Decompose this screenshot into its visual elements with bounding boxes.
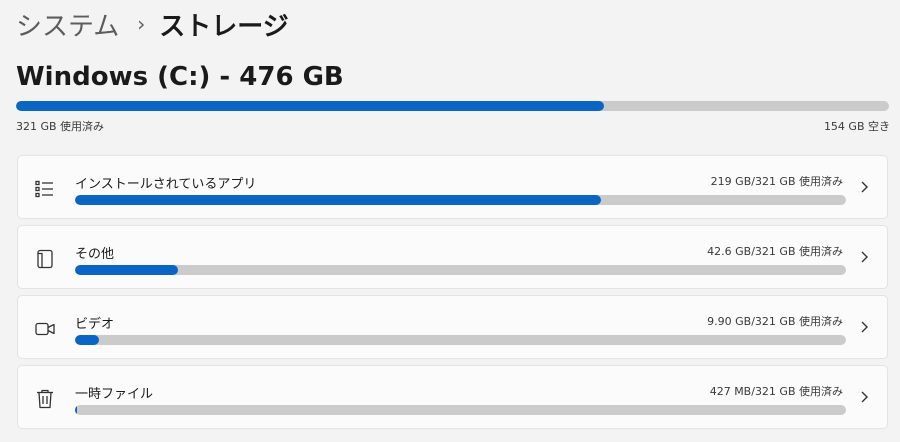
category-size: 9.90 GB/321 GB 使用済み: [707, 315, 843, 328]
chevron-right-icon: [861, 181, 868, 193]
other-files-icon: [37, 249, 53, 269]
drive-usage-fill: [16, 101, 605, 111]
page-title: ストレージ: [159, 11, 289, 42]
drive-free-label: 154 GB 空き: [823, 120, 890, 133]
category-other[interactable]: その他 42.6 GB/321 GB 使用済み: [17, 225, 888, 289]
category-usage-fill: [75, 265, 178, 275]
category-usage-bar: [75, 335, 846, 345]
category-size: 219 GB/321 GB 使用済み: [710, 175, 843, 188]
category-usage-bar: [75, 265, 846, 275]
category-installed-apps[interactable]: インストールされているアプリ 219 GB/321 GB 使用済み: [17, 155, 888, 219]
category-temp-files[interactable]: 一時ファイル 427 MB/321 GB 使用済み: [17, 365, 888, 429]
category-usage-fill: [75, 405, 78, 415]
category-size: 427 MB/321 GB 使用済み: [709, 385, 843, 398]
chevron-right-icon: [861, 321, 868, 333]
category-usage-fill: [75, 195, 601, 205]
drive-used-label: 321 GB 使用済み: [16, 120, 105, 133]
trash-icon: [37, 389, 53, 409]
chevron-right-icon: [861, 251, 868, 263]
chevron-right-icon: [861, 391, 868, 403]
category-label: 一時ファイル: [75, 387, 154, 402]
drive-usage-bar: [16, 101, 889, 111]
category-videos[interactable]: ビデオ 9.90 GB/321 GB 使用済み: [17, 295, 888, 359]
app-list-icon: [35, 180, 53, 198]
category-usage-bar: [75, 195, 846, 205]
category-label: インストールされているアプリ: [75, 177, 257, 192]
breadcrumb: システム › ストレージ: [16, 4, 289, 44]
category-size: 42.6 GB/321 GB 使用済み: [707, 245, 843, 258]
drive-title: Windows (C:) - 476 GB: [16, 62, 344, 92]
video-camera-icon: [35, 322, 55, 336]
category-label: その他: [75, 247, 115, 262]
breadcrumb-separator: ›: [137, 12, 146, 36]
category-label: ビデオ: [75, 317, 115, 332]
category-usage-fill: [75, 335, 99, 345]
category-usage-bar: [75, 405, 846, 415]
breadcrumb-system-link[interactable]: システム: [16, 6, 119, 43]
